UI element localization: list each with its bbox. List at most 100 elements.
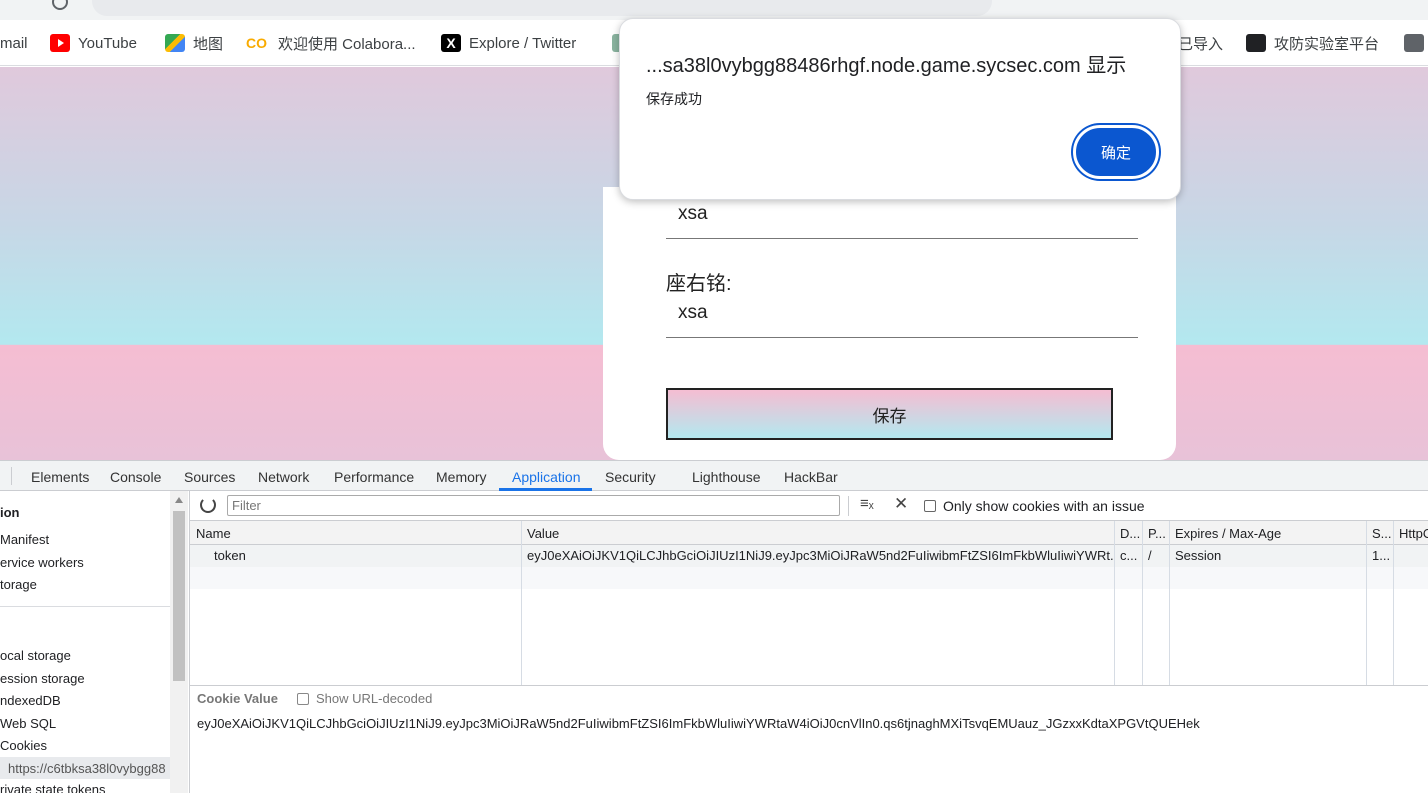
cell-name: token bbox=[214, 548, 246, 563]
tab-performance[interactable]: Performance bbox=[334, 461, 414, 491]
browser-toolbar bbox=[0, 0, 1428, 20]
sidebar-item-local-storage[interactable]: ocal storage bbox=[0, 648, 71, 663]
scroll-up-arrow-icon[interactable] bbox=[175, 497, 183, 503]
cell-size: 1... bbox=[1372, 548, 1391, 563]
sidebar-item-private-state-tokens[interactable]: rivate state tokens bbox=[0, 782, 106, 793]
column-header-value[interactable]: Value bbox=[521, 521, 1114, 545]
column-header-domain[interactable]: D... bbox=[1114, 521, 1142, 545]
bookmark-globe[interactable] bbox=[1404, 32, 1428, 54]
delete-icon[interactable]: ✕ bbox=[894, 494, 908, 514]
dialog-title: ...sa38l0vybgg88486rhgf.node.game.sycsec… bbox=[646, 55, 1127, 77]
checkbox[interactable] bbox=[297, 692, 309, 705]
sidebar-item-service-workers[interactable]: ervice workers bbox=[0, 555, 84, 570]
sidebar-item-manifest[interactable]: Manifest bbox=[0, 532, 49, 547]
show-url-decoded-checkbox[interactable]: Show URL-decoded bbox=[297, 691, 432, 706]
divider bbox=[11, 467, 12, 485]
motto-label: 座右铭: bbox=[666, 273, 732, 295]
tab-hackbar[interactable]: HackBar bbox=[784, 461, 838, 491]
filter-input[interactable] bbox=[227, 495, 840, 516]
tab-console[interactable]: Console bbox=[110, 461, 161, 491]
bookmark-lab[interactable]: 攻防实验室平台 bbox=[1246, 32, 1379, 54]
cookies-table: Name Value D... P... Expires / Max-Age S… bbox=[190, 521, 1428, 686]
cookie-value-text[interactable]: eyJ0eXAiOiJKV1QiLCJhbGciOiJIUzI1NiJ9.eyJ… bbox=[197, 716, 1200, 731]
bookmark-label: mail bbox=[0, 34, 28, 52]
bookmark-label: YouTube bbox=[78, 34, 137, 52]
sidebar-item-cookies[interactable]: Cookies bbox=[0, 738, 47, 753]
name-field[interactable]: xsa bbox=[678, 203, 708, 225]
spy-icon bbox=[1246, 34, 1266, 52]
sidebar-item-session-storage[interactable]: ession storage bbox=[0, 671, 85, 686]
divider bbox=[848, 496, 849, 516]
x-logo-icon: X bbox=[441, 34, 461, 52]
devtools-panel: Elements Console Sources Network Perform… bbox=[0, 460, 1428, 793]
cell-domain: c... bbox=[1120, 548, 1138, 563]
table-row[interactable]: token eyJ0eXAiOiJKV1QiLCJhbGciOiJIUzI1Ni… bbox=[190, 545, 1428, 567]
scroll-thumb[interactable] bbox=[173, 511, 185, 681]
field-underline bbox=[666, 337, 1138, 338]
bookmark-label: 欢迎使用 Colabora... bbox=[278, 35, 416, 53]
column-header-expires[interactable]: Expires / Max-Age bbox=[1169, 521, 1366, 545]
devtools-tabbar: Elements Console Sources Network Perform… bbox=[0, 461, 1428, 491]
column-header-httponly[interactable]: HttpO bbox=[1393, 521, 1428, 545]
globe-icon bbox=[1404, 34, 1424, 52]
screen: mail YouTube 地图 CO 欢迎使用 Colabora... X Ex… bbox=[0, 0, 1428, 793]
cookie-value-label: Cookie Value bbox=[197, 691, 278, 706]
column-header-name[interactable]: Name bbox=[190, 521, 521, 545]
only-issues-checkbox[interactable]: Only show cookies with an issue bbox=[924, 498, 1145, 514]
address-bar[interactable] bbox=[92, 0, 992, 16]
bookmark-label: Explore / Twitter bbox=[469, 34, 577, 52]
divider bbox=[0, 606, 170, 607]
profile-form-card: xsa 座右铭: xsa 保存 bbox=[603, 187, 1176, 460]
youtube-icon bbox=[50, 34, 70, 52]
bookmark-twitter[interactable]: X Explore / Twitter bbox=[441, 32, 576, 54]
table-row-empty bbox=[190, 567, 1428, 589]
cell-expires: Session bbox=[1175, 548, 1222, 563]
checkbox-label: Show URL-decoded bbox=[316, 691, 433, 706]
bookmark-youtube[interactable]: YouTube bbox=[50, 32, 137, 54]
bookmark-gmail[interactable]: mail bbox=[0, 32, 28, 54]
cell-value: eyJ0eXAiOiJKV1QiLCJhbGciOiJIUzI1NiJ9.eyJ… bbox=[527, 548, 1114, 563]
maps-icon bbox=[165, 34, 185, 52]
tab-memory[interactable]: Memory bbox=[436, 461, 487, 491]
reload-icon[interactable] bbox=[52, 0, 68, 10]
table-header-row: Name Value D... P... Expires / Max-Age S… bbox=[190, 521, 1428, 545]
tab-network[interactable]: Network bbox=[258, 461, 309, 491]
motto-field[interactable]: xsa bbox=[678, 302, 708, 324]
column-divider[interactable] bbox=[1142, 521, 1143, 685]
field-underline bbox=[666, 238, 1138, 239]
tab-security[interactable]: Security bbox=[605, 461, 656, 491]
sidebar-item-indexeddb[interactable]: ndexedDB bbox=[0, 693, 61, 708]
clear-filtered-icon[interactable]: ≡ₓ bbox=[860, 495, 874, 512]
sidebar-scrollbar[interactable] bbox=[170, 491, 188, 793]
column-divider[interactable] bbox=[1366, 521, 1367, 685]
bookmark-maps[interactable]: 地图 bbox=[165, 32, 223, 54]
tab-sources[interactable]: Sources bbox=[184, 461, 235, 491]
cookie-value-panel: Cookie Value Show URL-decoded eyJ0eXAiOi… bbox=[190, 687, 1428, 793]
save-button[interactable]: 保存 bbox=[666, 388, 1113, 440]
tab-elements[interactable]: Elements bbox=[31, 461, 89, 491]
column-header-path[interactable]: P... bbox=[1142, 521, 1169, 545]
dialog-message: 保存成功 bbox=[646, 91, 702, 107]
tab-application[interactable]: Application bbox=[512, 461, 581, 491]
refresh-icon[interactable] bbox=[200, 497, 216, 513]
sidebar-item-cookie-origin[interactable]: https://c6tbksa38l0vybgg88 bbox=[8, 761, 166, 776]
colab-icon: CO bbox=[246, 35, 267, 51]
cell-path: / bbox=[1148, 548, 1152, 563]
column-divider[interactable] bbox=[1169, 521, 1170, 685]
checkbox[interactable] bbox=[924, 500, 936, 512]
column-divider[interactable] bbox=[1114, 521, 1115, 685]
tab-lighthouse[interactable]: Lighthouse bbox=[692, 461, 761, 491]
bookmark-label: 地图 bbox=[193, 35, 224, 53]
sidebar-section-application: ion bbox=[0, 505, 20, 520]
alert-dialog: ...sa38l0vybgg88486rhgf.node.game.sycsec… bbox=[619, 18, 1181, 200]
bookmark-colab[interactable]: CO 欢迎使用 Colabora... bbox=[246, 32, 416, 54]
bookmark-imported[interactable]: 已导入 bbox=[1178, 32, 1223, 54]
bookmark-label: 已导入 bbox=[1178, 35, 1224, 53]
column-divider[interactable] bbox=[1393, 521, 1394, 685]
column-divider[interactable] bbox=[521, 521, 522, 685]
checkbox-label: Only show cookies with an issue bbox=[943, 498, 1145, 514]
column-header-size[interactable]: S... bbox=[1366, 521, 1393, 545]
sidebar-item-web-sql[interactable]: Web SQL bbox=[0, 716, 56, 731]
dialog-ok-button[interactable]: 确定 bbox=[1073, 125, 1159, 179]
sidebar-item-storage[interactable]: torage bbox=[0, 577, 37, 592]
